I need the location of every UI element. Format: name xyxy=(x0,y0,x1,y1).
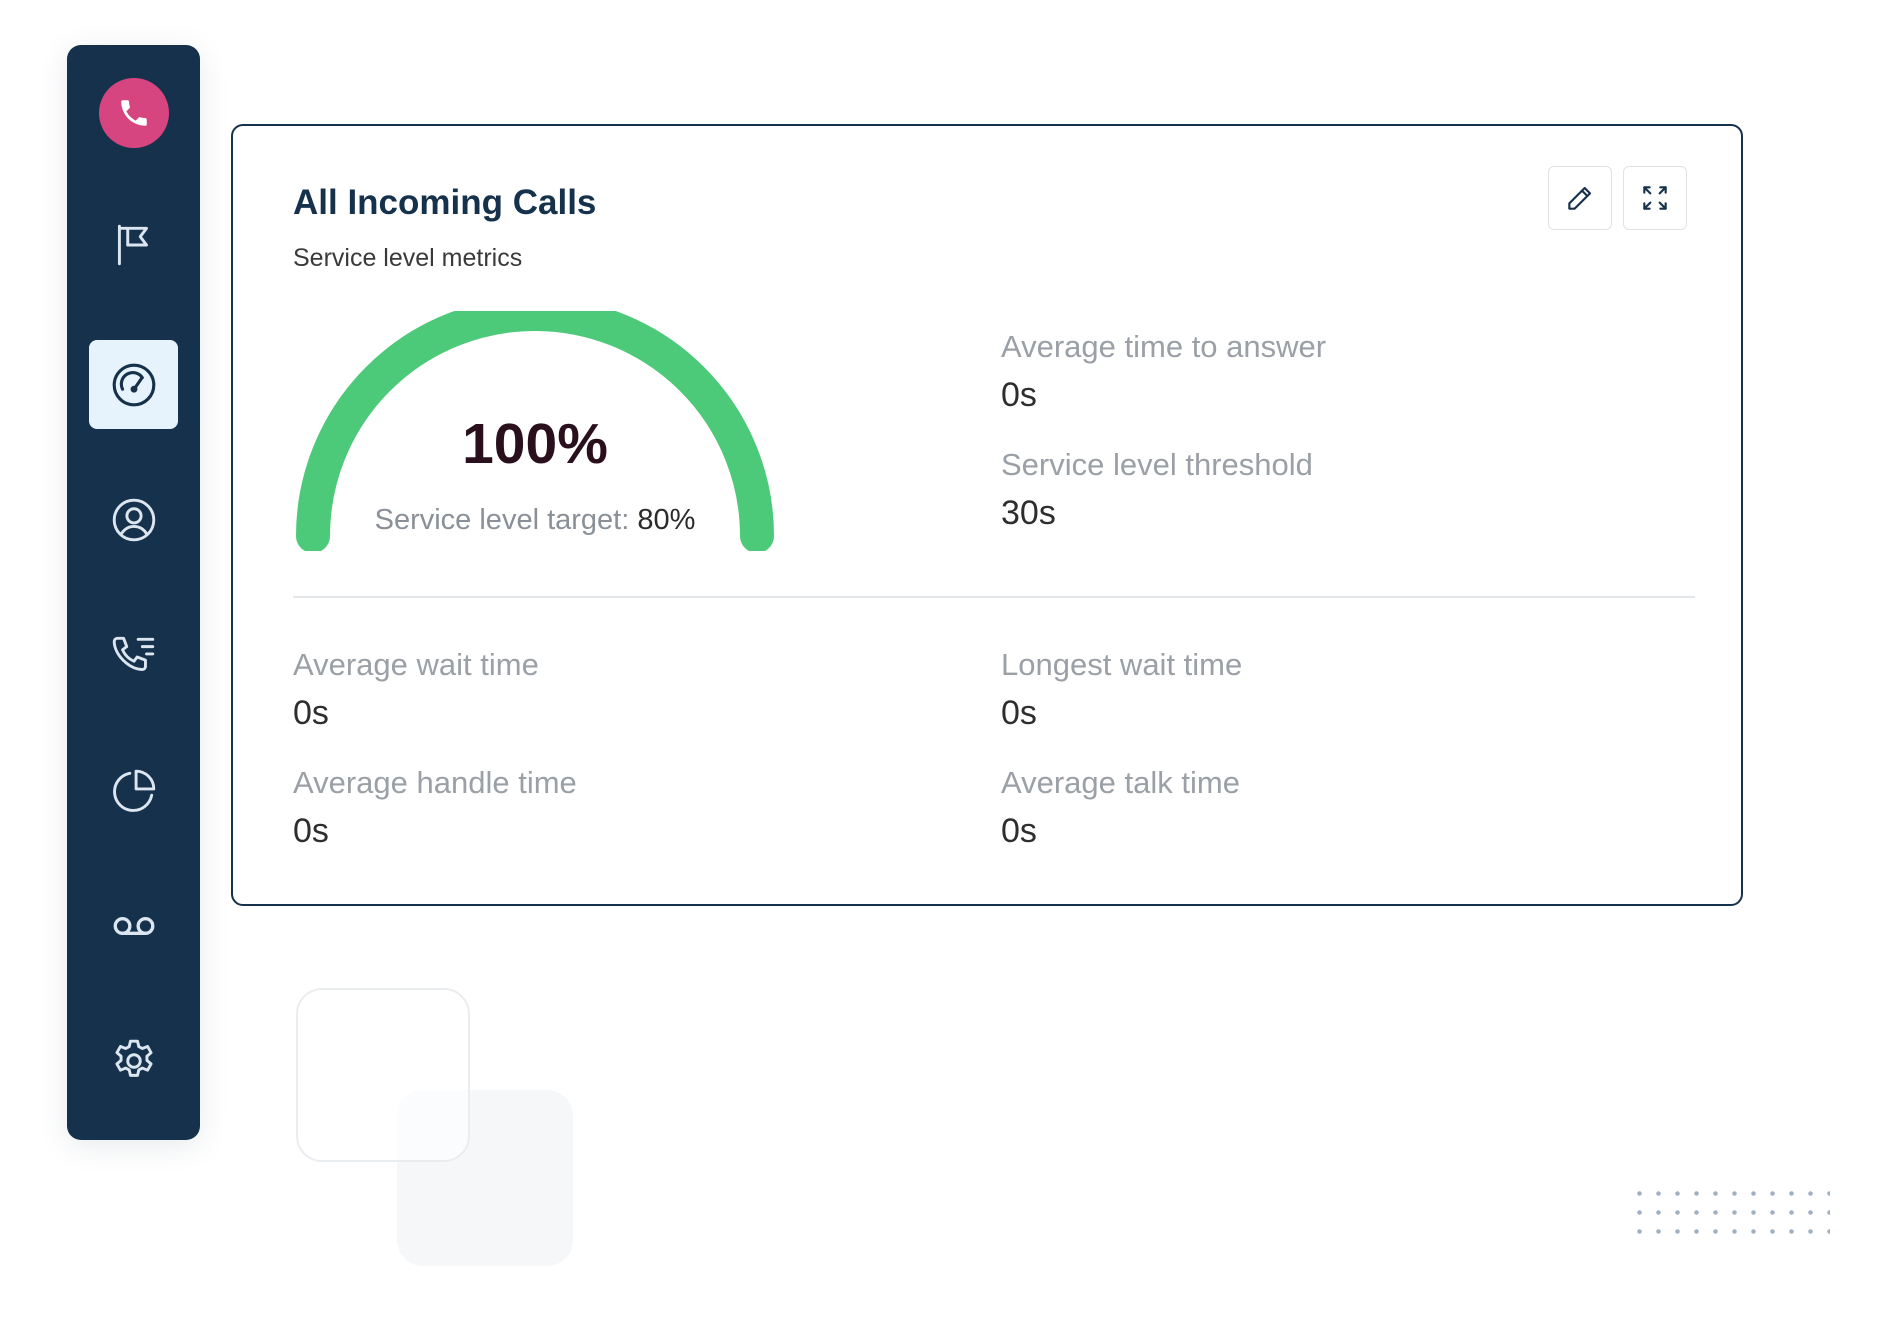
divider xyxy=(293,596,1695,598)
gauge-target: Service level target: 80% xyxy=(295,504,775,537)
sidebar xyxy=(67,45,200,1140)
metric-value: 0s xyxy=(293,694,329,732)
metric-label: Service level threshold xyxy=(1001,447,1313,482)
sidebar-item-dashboard[interactable] xyxy=(89,340,178,429)
gauge-value: 100% xyxy=(462,412,608,476)
metric-label: Average talk time xyxy=(1001,765,1240,800)
gauge-target-value: 80% xyxy=(637,504,696,536)
card-title: All Incoming Calls xyxy=(293,183,597,222)
expand-button[interactable] xyxy=(1623,166,1687,230)
incoming-calls-card: All Incoming Calls Service level metrics… xyxy=(231,124,1743,906)
edit-button[interactable] xyxy=(1548,166,1612,230)
speedometer-icon xyxy=(112,363,155,406)
metric-value: 0s xyxy=(293,812,329,850)
voicemail-icon xyxy=(113,916,154,935)
sidebar-item-contacts[interactable] xyxy=(89,475,178,564)
dashboard-stage: All Incoming Calls Service level metrics… xyxy=(0,0,1893,1338)
metric-value: 0s xyxy=(1001,812,1037,850)
sidebar-item-calls[interactable] xyxy=(89,611,178,700)
sidebar-item-reports[interactable] xyxy=(89,746,178,835)
expand-icon xyxy=(1643,186,1667,210)
metric-label: Average handle time xyxy=(293,765,577,800)
sidebar-item-voicemail[interactable] xyxy=(89,881,178,970)
gauge-target-label: Service level target: xyxy=(374,504,630,536)
phone-list-icon xyxy=(112,636,154,671)
metric-value: 0s xyxy=(1001,694,1037,732)
metric-value: 30s xyxy=(1001,494,1056,532)
flag-icon xyxy=(117,224,148,265)
sidebar-item-flag[interactable] xyxy=(89,200,178,289)
metric-label: Longest wait time xyxy=(1001,647,1243,682)
metric-label: Average time to answer xyxy=(1001,329,1327,364)
phone-icon xyxy=(121,100,147,126)
pie-chart-icon xyxy=(112,769,155,812)
metric-label: Average wait time xyxy=(293,647,539,682)
app-logo[interactable] xyxy=(99,78,169,148)
metric-value: 0s xyxy=(1001,376,1037,414)
pencil-icon xyxy=(1568,186,1592,210)
sidebar-item-settings[interactable] xyxy=(89,1016,178,1105)
card-subtitle: Service level metrics xyxy=(293,244,523,272)
user-circle-icon xyxy=(112,498,155,541)
gear-icon xyxy=(114,1039,153,1077)
decorative-square-outline xyxy=(296,988,470,1162)
decorative-dot-grid xyxy=(1630,1184,1830,1234)
